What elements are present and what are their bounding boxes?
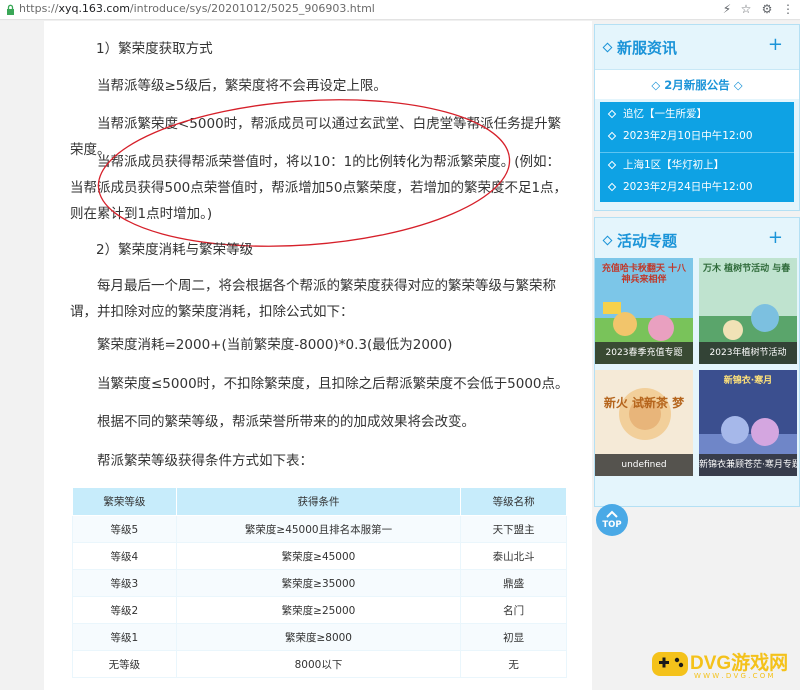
watermark-text: DVG游戏网 [690,653,789,674]
article: 1）繁荣度获取方式 当帮派等级≥5级后，繁荣度将不会再设定上限。 当帮派繁荣度<… [44,21,592,690]
table-cell: 无等级 [72,650,177,678]
activity-tile[interactable]: 充值哈卡秋翻天 十八神兵来相伴 2023春季充值专题 [595,258,693,364]
news-item[interactable]: 上海1区【华灯初上】 2023年2月24日中午12:00 [600,152,794,202]
table-header: 繁荣等级 [72,487,177,516]
diamond-left-icon: ◇ [651,78,661,92]
paragraph-3: 当帮派成员获得帮派荣誉值时，将以10：1的比例转化为帮派繁荣度。(例如：当帮派成… [70,154,568,222]
notice-title-label: 2月新服公告 [664,78,730,92]
table-cell: 无 [460,650,567,678]
url-host: xyq.163.com [58,2,130,15]
table-cell: 天下盟主 [460,515,567,543]
news-panel: 新服资讯 + ◇ 2月新服公告 ◇ 追忆【一生所爱】 2023年2月10日中午1… [594,24,800,211]
arrow-up-icon [606,510,618,518]
settings-icon[interactable]: ⚙ [760,2,774,16]
news-item[interactable]: 追忆【一生所爱】 2023年2月10日中午12:00 [600,102,794,152]
paragraph-1: 当帮派等级≥5级后，繁荣度将不会再设定上限。 [97,78,387,94]
activity-art-text: 万木 植树节活动 与春 [703,264,791,274]
diamond-icon [602,235,613,246]
notice-bar: ◇ 2月新服公告 ◇ [595,69,799,99]
table-cell: 泰山北斗 [460,542,567,570]
table-row: 等级4 繁荣度≥45000 泰山北斗 [72,542,567,570]
prosperity-table: 繁荣等级 获得条件 等级名称 等级5 繁荣度≥45000且排名本服第一 天下盟主… [72,487,567,678]
table-cell: 繁荣度≥45000且排名本服第一 [175,515,462,543]
heading-acquire: 1）繁荣度获取方式 [96,41,213,57]
table-cell: 繁荣度≥25000 [175,596,462,624]
gamepad-icon [652,652,688,676]
news-item-name: 追忆【一生所爱】 [623,108,707,120]
table-cell: 等级2 [72,596,177,624]
table-header-row: 繁荣等级 获得条件 等级名称 [72,487,567,516]
activities-panel-title[interactable]: 活动专题 [617,230,677,251]
bullet-icon [607,131,617,141]
table-row: 等级2 繁荣度≥25000 名门 [72,596,567,624]
paragraph-4: 每月最后一个周二，将会根据各个帮派的繁荣度获得对应的繁荣等级与繁荣称谓，并扣除对… [70,278,556,320]
back-to-top-label: TOP [602,520,622,530]
table-cell: 繁荣度≥45000 [175,542,462,570]
activity-tile[interactable]: 新火 试新茶 梦 undefined [595,370,693,476]
table-header: 等级名称 [460,487,567,516]
table-cell: 8000以下 [175,650,462,678]
activity-tile[interactable]: 新锦衣·寒月 新锦衣兼顾苍茫·寒月专题 [699,370,797,476]
formula: 繁荣度消耗=2000+(当前繁荣度-8000)*0.3(最低为2000) [97,337,453,353]
url-path: /introduce/sys/20201012/5025_906903.html [129,2,375,15]
url-text[interactable]: https://xyq.163.com/introduce/sys/202010… [19,2,375,15]
diamond-right-icon: ◇ [733,78,743,92]
table-cell: 名门 [460,596,567,624]
activity-caption: 2023春季充值专题 [595,342,693,364]
table-cell: 初显 [460,623,567,651]
sidebar: 新服资讯 + ◇ 2月新服公告 ◇ 追忆【一生所爱】 2023年2月10日中午1… [594,21,800,690]
news-list: 追忆【一生所爱】 2023年2月10日中午12:00 上海1区【华灯初上】 20… [600,102,794,202]
table-row: 等级1 繁荣度≥8000 初显 [72,623,567,651]
watermark-sub: W W W . D V G . C O M [694,672,774,680]
url-scheme: https:// [19,2,59,15]
more-icon[interactable]: ⋮ [781,2,795,16]
table-row: 等级3 繁荣度≥35000 鼎盛 [72,569,567,597]
bullet-icon [607,160,617,170]
paragraph-8: 帮派繁荣等级获得条件方式如下表： [97,453,313,469]
table-cell: 等级5 [72,515,177,543]
activity-art-text: 充值哈卡秋翻天 十八神兵来相伴 [601,264,687,285]
bullet-icon [607,182,617,192]
news-item-name: 上海1区【华灯初上】 [623,159,725,171]
news-more-button[interactable]: + [768,35,783,55]
paragraph-7: 根据不同的繁荣等级，帮派荣誉所带来的的加成效果将会改变。 [97,414,475,430]
activity-art-text: 新火 试新茶 梦 [603,396,685,410]
table-cell: 鼎盛 [460,569,567,597]
news-item-date: 2023年2月10日中午12:00 [623,130,753,142]
table-cell: 繁荣度≥8000 [175,623,462,651]
news-panel-title[interactable]: 新服资讯 [617,37,677,58]
star-icon[interactable]: ☆ [739,2,753,16]
diamond-icon [602,42,613,53]
table-cell: 等级3 [72,569,177,597]
table-cell: 繁荣度≥35000 [175,569,462,597]
activity-tile[interactable]: 万木 植树节活动 与春 2023年植树节活动 [699,258,797,364]
table-row: 无等级 8000以下 无 [72,650,567,678]
lock-icon [7,4,14,15]
activities-panel-header: 活动专题 + [595,218,799,262]
table-cell: 等级4 [72,542,177,570]
news-panel-header: 新服资讯 + [595,25,799,69]
watermark: DVG游戏网 W W W . D V G . C O M [650,640,800,690]
activity-caption: 新锦衣兼顾苍茫·寒月专题 [699,454,797,476]
notice-title[interactable]: ◇ 2月新服公告 ◇ [595,77,799,93]
activity-caption: 2023年植树节活动 [699,342,797,364]
address-bar[interactable]: https://xyq.163.com/introduce/sys/202010… [0,0,800,20]
activity-art-text: 新锦衣·寒月 [723,376,773,386]
heading-consume: 2）繁荣度消耗与繁荣等级 [96,242,254,258]
activities-panel: 活动专题 + 充值哈卡秋翻天 十八神兵来相伴 2023春季充值专题 万木 植树节… [594,217,800,507]
paragraph-6: 当繁荣度≤5000时，不扣除繁荣度，且扣除之后帮派繁荣度不会低于5000点。 [97,376,569,392]
back-to-top-button[interactable]: TOP [596,504,628,536]
page: 1）繁荣度获取方式 当帮派等级≥5级后，繁荣度将不会再设定上限。 当帮派繁荣度<… [0,21,800,690]
table-row: 等级5 繁荣度≥45000且排名本服第一 天下盟主 [72,515,567,543]
bullet-icon [607,109,617,119]
news-item-date: 2023年2月24日中午12:00 [623,181,753,193]
activity-caption: undefined [595,454,693,476]
table-cell: 等级1 [72,623,177,651]
table-header: 获得条件 [175,487,462,516]
lightning-icon[interactable]: ⚡ [720,2,734,16]
activities-more-button[interactable]: + [768,228,783,248]
